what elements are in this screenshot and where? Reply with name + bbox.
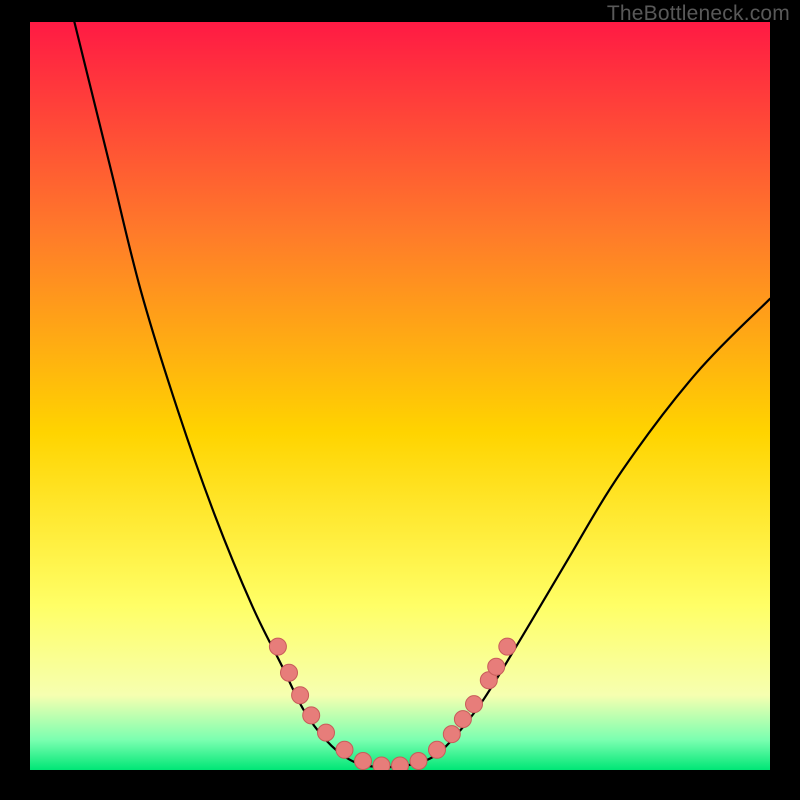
data-dot (355, 753, 372, 770)
data-dot (499, 638, 516, 655)
data-dot (410, 753, 427, 770)
gradient-background (30, 22, 770, 770)
bottleneck-curve-chart (30, 22, 770, 770)
data-dot (292, 687, 309, 704)
chart-plot-area (30, 22, 770, 770)
data-dot (443, 726, 460, 743)
data-dot (373, 757, 390, 770)
data-dot (454, 711, 471, 728)
data-dot (429, 741, 446, 758)
chart-frame (0, 22, 800, 800)
data-dot (466, 696, 483, 713)
data-dot (318, 724, 335, 741)
data-dot (392, 757, 409, 770)
data-dot (488, 658, 505, 675)
data-dot (303, 707, 320, 724)
data-dot (336, 741, 353, 758)
data-dot (281, 664, 298, 681)
data-dot (269, 638, 286, 655)
